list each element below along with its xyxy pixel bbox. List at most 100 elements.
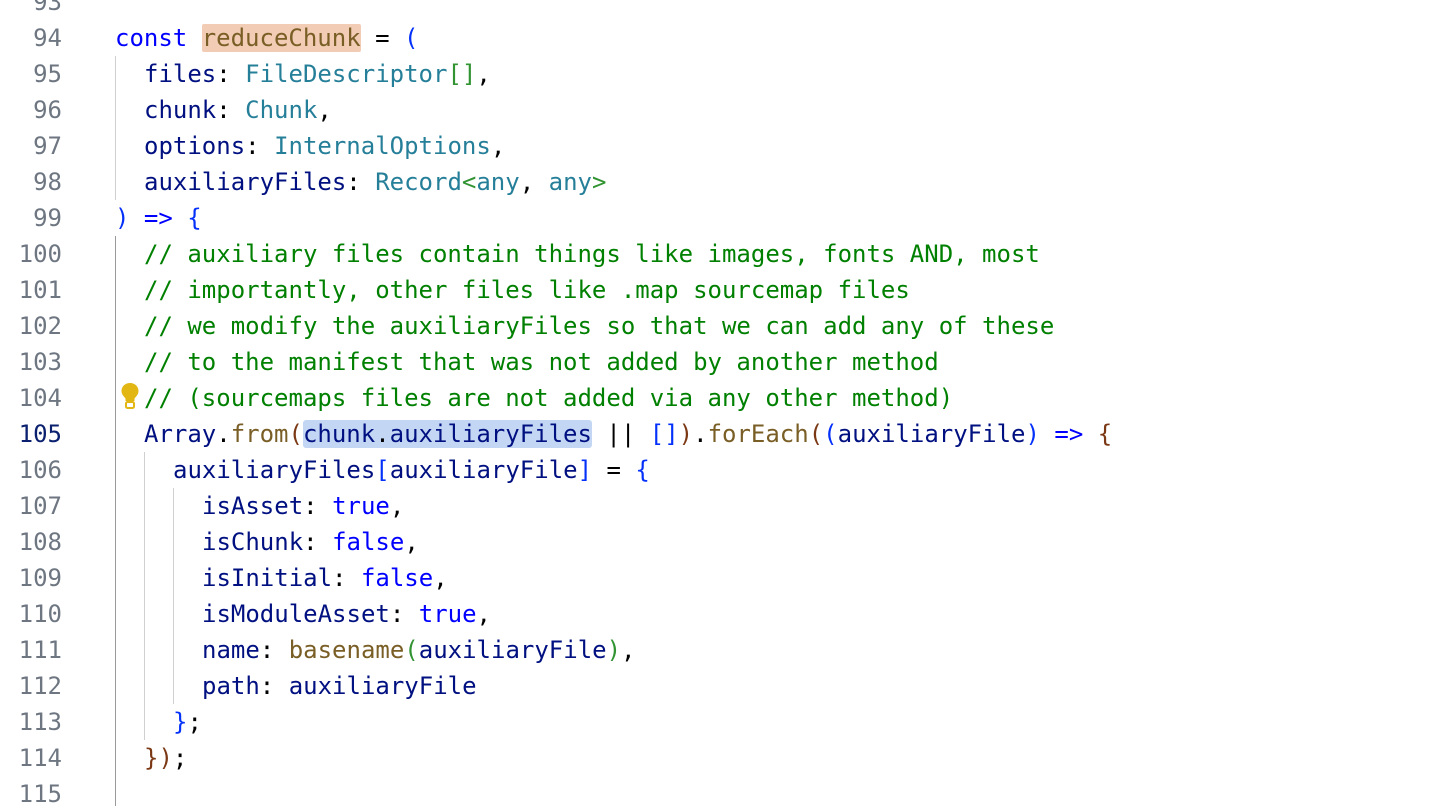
method-name: forEach	[707, 420, 809, 448]
indent-guide	[173, 488, 174, 704]
code-line[interactable]: name: basename(auxiliaryFile),	[202, 632, 636, 668]
punctuation: ,	[519, 168, 549, 196]
function-call: basename	[288, 636, 405, 664]
punctuation: :	[332, 564, 361, 592]
comment-line[interactable]: // importantly, other files like .map so…	[144, 272, 910, 308]
type-name: Chunk	[245, 96, 318, 124]
punctuation: ,	[476, 600, 491, 628]
boolean-literal: false	[360, 564, 434, 592]
identifier: auxiliaryFile	[389, 456, 578, 484]
bracket: )	[678, 420, 694, 448]
indent-guide	[115, 56, 116, 200]
bracket: )	[606, 636, 622, 664]
bracket: {	[187, 204, 202, 232]
comment-line[interactable]: // (sourcemaps files are not added via a…	[144, 380, 953, 416]
bracket: {	[1097, 420, 1113, 448]
bracket: [	[375, 456, 390, 484]
code-line[interactable]: isModuleAsset: true,	[202, 596, 491, 632]
operator: ||	[591, 420, 650, 448]
code-line[interactable]: isChunk: false,	[202, 524, 419, 560]
param-name: options	[144, 132, 246, 160]
punctuation: :	[245, 132, 275, 160]
param-name: auxiliaryFile	[837, 420, 1026, 448]
bracket: []	[649, 420, 679, 448]
property-name: isInitial	[202, 564, 333, 592]
bracket: {	[635, 456, 650, 484]
code-line-current[interactable]: Array.from(chunk.auxiliaryFiles || []).f…	[144, 416, 1112, 452]
bracket: (	[288, 420, 303, 448]
punctuation: :	[303, 528, 333, 556]
param-name: auxiliaryFiles	[144, 168, 347, 196]
bracket: >	[591, 168, 607, 196]
identifier: auxiliaryFiles	[173, 456, 376, 484]
punctuation: .	[375, 420, 390, 448]
identifier: auxiliaryFile	[418, 636, 607, 664]
identifier: chunk	[302, 420, 376, 448]
property-name: isChunk	[202, 528, 304, 556]
bracket: <	[461, 168, 477, 196]
type-name: InternalOptions	[274, 132, 491, 160]
comment-line[interactable]: // to the manifest that was not added by…	[144, 344, 939, 380]
code-line[interactable]: };	[173, 704, 202, 740]
punctuation: :	[303, 492, 333, 520]
boolean-literal: false	[332, 528, 405, 556]
code-line[interactable]: options: InternalOptions,	[144, 128, 505, 164]
type-name: any	[548, 168, 592, 196]
code-line[interactable]: ) => {	[115, 200, 202, 236]
code-line[interactable]: chunk: Chunk,	[144, 92, 332, 128]
comment-line[interactable]: // auxiliary files contain things like i…	[144, 236, 1040, 272]
param-name: files	[144, 60, 217, 88]
bracket: }	[144, 744, 159, 772]
code-line[interactable]: isAsset: true,	[202, 488, 404, 524]
punctuation: ,	[476, 60, 491, 88]
punctuation: :	[346, 168, 376, 196]
punctuation: :	[259, 672, 289, 700]
punctuation: :	[259, 636, 289, 664]
code-line[interactable]: auxiliaryFiles[auxiliaryFile] = {	[173, 452, 650, 488]
code-line[interactable]: auxiliaryFiles: Record<any, any>	[144, 164, 606, 200]
method-name: from	[230, 420, 289, 448]
code-line[interactable]: files: FileDescriptor[],	[144, 56, 491, 92]
identifier: Array	[144, 420, 217, 448]
bracket: []	[447, 60, 477, 88]
param-name: chunk	[144, 96, 217, 124]
selection-highlight[interactable]: chunk.auxiliaryFiles	[302, 420, 592, 448]
operator: =	[592, 456, 636, 484]
property-name: name	[202, 636, 260, 664]
punctuation: ,	[389, 492, 405, 520]
arrow-operator: =>	[1054, 420, 1084, 448]
code-line[interactable]: path: auxiliaryFile	[202, 668, 477, 704]
function-definition-highlight: reduceChunk	[201, 24, 361, 52]
indent-guide-active	[115, 236, 116, 806]
boolean-literal: true	[332, 492, 390, 520]
code-line[interactable]: isInitial: false,	[202, 560, 448, 596]
code-line[interactable]: });	[144, 740, 187, 776]
punctuation: ;	[172, 744, 188, 772]
property-name: isAsset	[202, 492, 304, 520]
indent-guide	[144, 452, 145, 740]
code-line[interactable]: const reduceChunk = (	[115, 20, 418, 56]
arrow-operator: =>	[143, 204, 173, 232]
identifier: auxiliaryFiles	[389, 420, 592, 448]
lightbulb-icon[interactable]	[120, 382, 140, 410]
bracket: )	[115, 204, 130, 232]
type-name: any	[476, 168, 520, 196]
code-editor[interactable]: 93 94 95 96 97 98 99 100 101 102 103 104…	[0, 0, 1432, 806]
punctuation: ,	[490, 132, 506, 160]
property-name: isModuleAsset	[202, 600, 390, 628]
bracket: (	[808, 420, 824, 448]
operator: =	[360, 24, 405, 52]
property-name: path	[202, 672, 260, 700]
punctuation: :	[389, 600, 419, 628]
comment-line[interactable]: // we modify the auxiliaryFiles so that …	[144, 308, 1054, 344]
code-area[interactable]: const reduceChunk = ( files: FileDescrip…	[0, 0, 1432, 806]
type-name: Record	[375, 168, 462, 196]
type-name: FileDescriptor	[245, 60, 448, 88]
bracket: (	[404, 24, 419, 52]
punctuation: .	[216, 420, 231, 448]
punctuation: ,	[433, 564, 448, 592]
